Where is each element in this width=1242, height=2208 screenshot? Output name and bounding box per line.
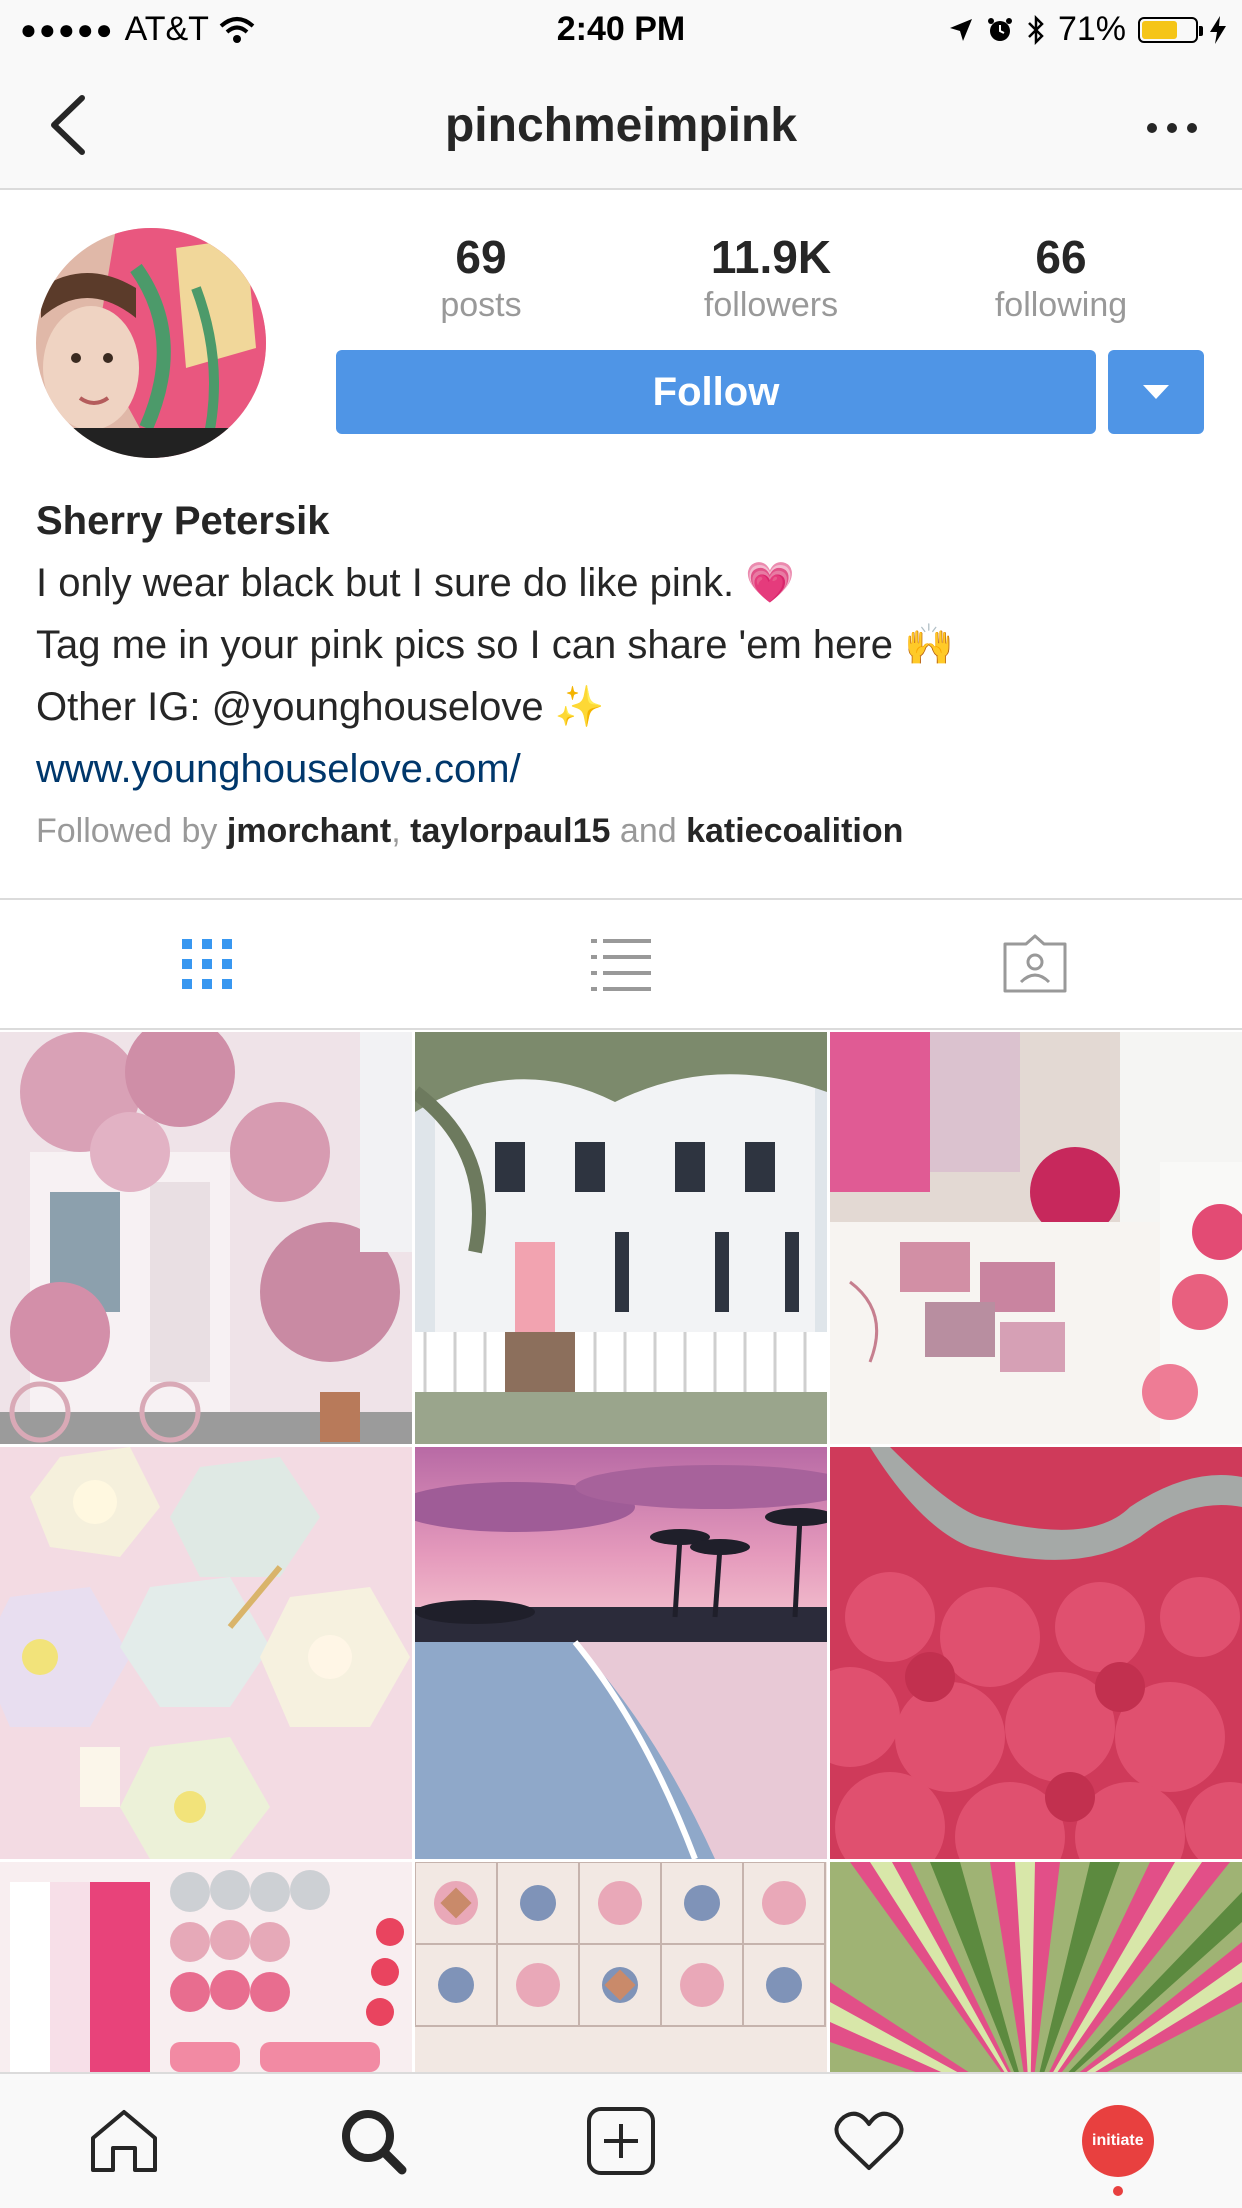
more-options-icon[interactable] <box>1142 118 1202 138</box>
stat-posts[interactable]: 69 posts <box>336 230 626 325</box>
home-icon <box>91 2110 158 2172</box>
stat-label: followers <box>703 286 839 324</box>
grid-post[interactable] <box>0 1862 412 2072</box>
grid-post[interactable] <box>0 1447 412 1859</box>
bio-line: I only wear black but I sure do like pin… <box>36 561 796 605</box>
bio: Sherry Petersik I only wear black but I … <box>36 490 1216 856</box>
grid-post[interactable] <box>415 1032 827 1444</box>
followed-by-prefix: Followed by <box>36 812 218 850</box>
stat-value: 66 <box>1035 231 1087 283</box>
grid-post[interactable] <box>830 1447 1242 1859</box>
follower-link[interactable]: taylorpaul15 <box>410 812 610 850</box>
bio-line: Other IG: @younghouselove ✨ <box>36 685 605 729</box>
tab-list[interactable] <box>414 900 828 1028</box>
tab-search[interactable] <box>248 2074 496 2208</box>
grid-post[interactable] <box>830 1862 1242 2072</box>
tab-activity[interactable] <box>745 2074 993 2208</box>
heart-icon <box>834 2111 904 2170</box>
post-image <box>415 1447 827 1859</box>
profile-thumbnail: initiate <box>1081 2105 1154 2177</box>
active-indicator <box>1112 2186 1123 2196</box>
profile-header: 69 posts 11.9K followers 66 following Fo… <box>0 190 1242 900</box>
grid-post[interactable] <box>415 1447 827 1859</box>
status-right: 71% <box>948 10 1226 49</box>
post-image <box>830 1032 1242 1444</box>
post-image <box>0 1447 412 1859</box>
follow-button[interactable]: Follow <box>336 350 1096 434</box>
tab-grid[interactable] <box>0 900 414 1028</box>
nav-bar: pinchmeimpink <box>0 60 1242 190</box>
caret-down-icon <box>1143 385 1169 399</box>
post-image <box>830 1862 1242 2072</box>
search-icon <box>341 2110 407 2175</box>
page-title: pinchmeimpink <box>444 99 798 152</box>
photo-grid <box>0 1032 1242 2072</box>
grid-icon <box>182 939 232 989</box>
bio-line: Tag me in your pink pics so I can share … <box>36 623 954 667</box>
suggested-dropdown-button[interactable] <box>1108 350 1204 434</box>
stat-label: following <box>994 286 1128 324</box>
stat-followers[interactable]: 11.9K followers <box>626 230 916 325</box>
battery-level <box>1142 20 1178 39</box>
status-bar: ●●●●● AT&T 2:40 PM 71% <box>0 0 1242 60</box>
list-icon <box>591 939 651 991</box>
location-arrow-icon <box>949 18 972 41</box>
follower-link[interactable]: katiecoalition <box>686 812 903 850</box>
tab-tagged[interactable] <box>828 900 1242 1028</box>
post-image <box>830 1447 1242 1859</box>
avatar[interactable] <box>36 228 266 458</box>
battery-icon <box>1138 16 1203 43</box>
tab-profile[interactable]: initiate <box>994 2074 1242 2208</box>
battery-percent: 71% <box>1057 10 1126 48</box>
separator: , <box>391 812 401 850</box>
followed-by: Followed by jmorchant, taylorpaul15 and … <box>36 806 1216 856</box>
bluetooth-icon <box>1028 14 1044 45</box>
post-image <box>0 1862 412 2072</box>
grid-post[interactable] <box>415 1862 827 2072</box>
grid-post[interactable] <box>830 1032 1242 1444</box>
stat-value: 11.9K <box>710 231 832 283</box>
profile-name: Sherry Petersik <box>36 499 330 543</box>
charging-bolt-icon <box>1210 15 1226 44</box>
tab-home[interactable] <box>0 2074 248 2208</box>
website-link[interactable]: www.younghouselove.com/ <box>36 738 1216 800</box>
conjunction: and <box>619 812 677 850</box>
grid-post[interactable] <box>0 1032 412 1444</box>
add-post-icon <box>587 2107 656 2175</box>
post-image <box>415 1032 827 1444</box>
post-image <box>415 1862 827 2072</box>
stat-following[interactable]: 66 following <box>916 230 1206 325</box>
bottom-tab-bar: initiate <box>0 2072 1242 2208</box>
follower-link[interactable]: jmorchant <box>227 812 391 850</box>
tagged-icon <box>1003 934 1067 993</box>
tab-new-post[interactable] <box>497 2074 745 2208</box>
profile-stats: 69 posts 11.9K followers 66 following <box>336 230 1206 325</box>
profile-tabs <box>0 898 1242 1030</box>
alarm-icon <box>987 17 1012 41</box>
avatar-image <box>36 228 266 458</box>
stat-label: posts <box>440 286 522 324</box>
stat-value: 69 <box>455 231 507 283</box>
post-image <box>0 1032 412 1444</box>
